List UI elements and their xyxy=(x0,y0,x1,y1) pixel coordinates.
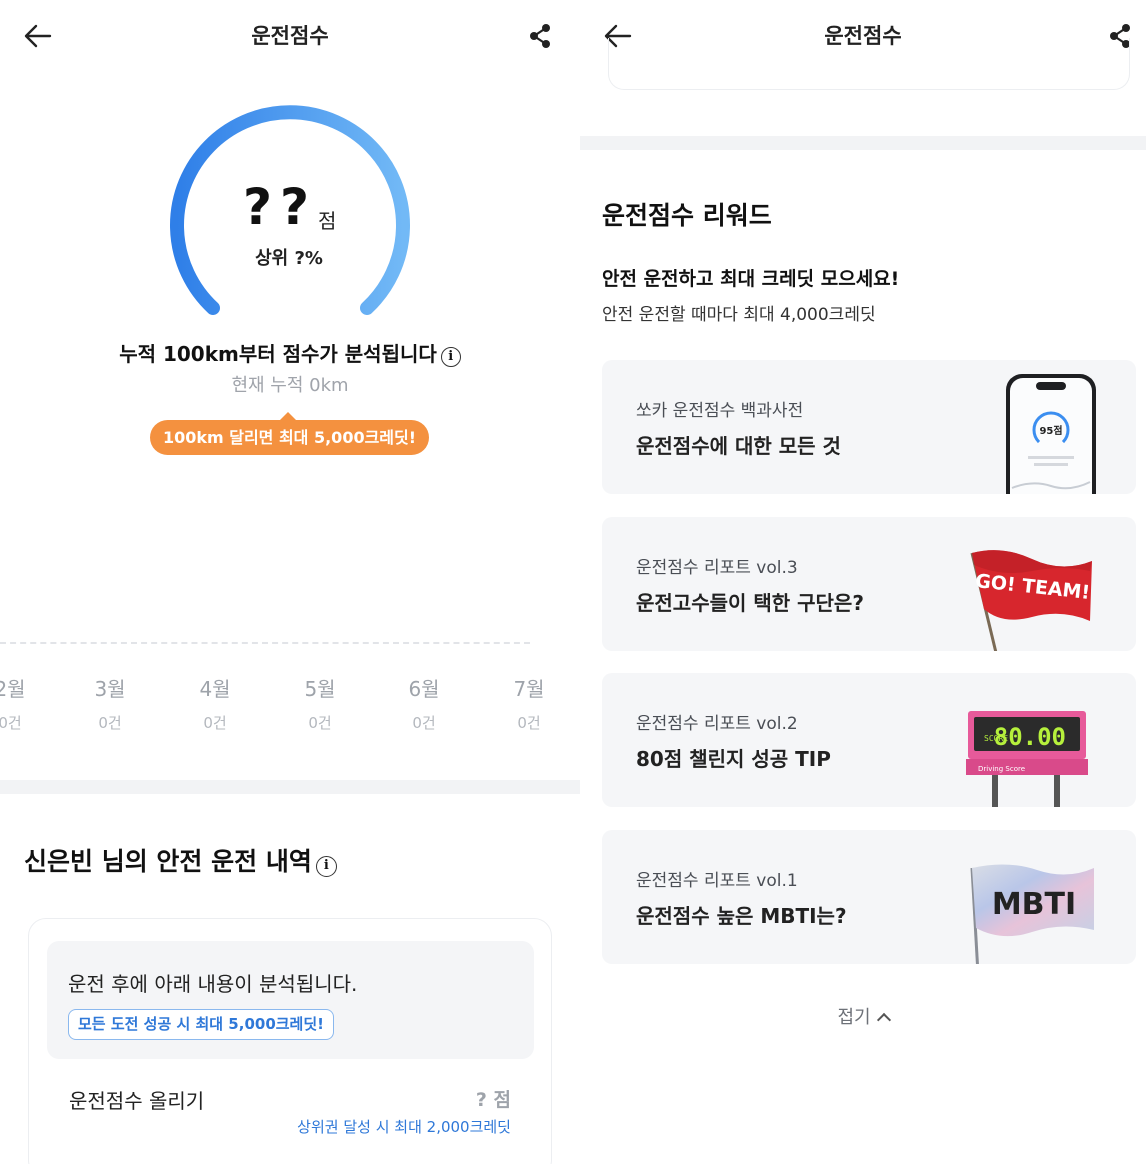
month-count: 0건 xyxy=(412,714,436,732)
content-card-report-vol2[interactable]: 운전점수 리포트 vol.2 80점 챌린지 성공 TIP SCORE 80.0… xyxy=(602,673,1136,807)
share-icon[interactable] xyxy=(526,22,554,50)
card-title: 운전고수들이 택한 구단은? xyxy=(636,591,864,615)
section-divider xyxy=(0,780,580,794)
right-screen: 운전점수 운전점수 리워드 안전 운전하고 최대 크레딧 모으세요! 안전 운전… xyxy=(580,0,1146,1164)
month-label: 6월 xyxy=(408,677,440,701)
card-subtitle: 운전점수 리포트 vol.1 xyxy=(636,871,798,891)
month-label: 3월 xyxy=(94,677,126,701)
month-label: 5월 xyxy=(304,677,336,701)
score-unit: 점 xyxy=(318,209,337,233)
month-count: 0건 xyxy=(0,714,22,732)
card-subtitle: 운전점수 리포트 vol.2 xyxy=(636,714,798,734)
chevron-up-icon xyxy=(876,1012,891,1028)
month-label: 4월 xyxy=(199,677,231,701)
card-title: 운전점수에 대한 모든 것 xyxy=(636,434,841,458)
month-column[interactable]: 3월 0건 xyxy=(70,673,150,733)
svg-text:Driving Score: Driving Score xyxy=(978,765,1025,773)
month-column[interactable]: 2월 0건 xyxy=(0,673,50,733)
raise-score-label: 운전점수 올리기 xyxy=(69,1089,205,1113)
month-count: 0건 xyxy=(98,714,122,732)
reward-bubble: 100km 달리면 최대 5,000크레딧! xyxy=(150,412,429,455)
mbti-flag-illustration-icon: MBTI xyxy=(970,864,1094,964)
flag-illustration-icon: GO! TEAM! xyxy=(970,550,1092,651)
top-bar: 운전점수 xyxy=(0,0,580,72)
content-card-report-vol1[interactable]: 운전점수 리포트 vol.1 운전점수 높은 MBTI는? MBTI xyxy=(602,830,1136,964)
month-count: 0건 xyxy=(308,714,332,732)
history-card: 운전 후에 아래 내용이 분석됩니다. 모든 도전 성공 시 최대 5,000크… xyxy=(28,918,552,1164)
month-column[interactable]: 4월 0건 xyxy=(175,673,255,733)
challenge-chip: 모든 도전 성공 시 최대 5,000크레딧! xyxy=(68,1009,334,1040)
reward-headline: 안전 운전하고 최대 크레딧 모으세요! xyxy=(602,268,900,290)
reward-subtext: 안전 운전할 때마다 최대 4,000크레딧 xyxy=(602,305,876,325)
chart-baseline xyxy=(0,642,530,644)
fold-button[interactable]: 접기 xyxy=(580,1003,1146,1029)
card-title: 운전점수 높은 MBTI는? xyxy=(636,904,847,928)
raise-score-reward: 상위권 달성 시 최대 2,000크레딧 xyxy=(297,1118,511,1136)
month-column[interactable]: 6월 0건 xyxy=(384,673,464,733)
mbti-text: MBTI xyxy=(992,887,1076,922)
phone-illustration-icon: 95점 xyxy=(1006,374,1096,494)
month-label: 7월 xyxy=(513,677,545,701)
history-title-text: 신은빈 님의 안전 운전 내역 xyxy=(24,847,312,876)
scoreboard-illustration-icon: SCORE 80.00 Driving Score xyxy=(966,711,1088,807)
analysis-notice-box: 운전 후에 아래 내용이 분석됩니다. 모든 도전 성공 시 최대 5,000크… xyxy=(47,941,534,1059)
reward-section-title: 운전점수 리워드 xyxy=(602,201,772,230)
content-card-encyclopedia[interactable]: 쏘카 운전점수 백과사전 운전점수에 대한 모든 것 95점 xyxy=(602,360,1136,494)
month-column[interactable]: 5월 0건 xyxy=(280,673,360,733)
info-icon[interactable]: i xyxy=(440,347,461,367)
section-divider xyxy=(580,136,1146,150)
analyze-text: 누적 100km부터 점수가 분석됩니다 xyxy=(119,342,437,366)
score-rank: 상위 ?% xyxy=(255,248,323,269)
raise-score-value: ? 점 xyxy=(475,1089,511,1111)
month-count: 0건 xyxy=(517,714,541,732)
previous-card-edge xyxy=(608,38,1130,90)
month-label: 2월 xyxy=(0,677,26,701)
history-title: 신은빈 님의 안전 운전 내역 i xyxy=(24,842,337,878)
card-subtitle: 쏘카 운전점수 백과사전 xyxy=(636,401,804,421)
month-column[interactable]: 7월 0건 xyxy=(489,673,569,733)
info-icon[interactable]: i xyxy=(315,856,337,877)
card-subtitle: 운전점수 리포트 vol.3 xyxy=(636,558,798,578)
analysis-notice-text: 운전 후에 아래 내용이 분석됩니다. xyxy=(68,972,358,996)
score-value: ?? xyxy=(243,178,318,236)
current-distance: 현재 누적 0km xyxy=(231,375,349,396)
phone-score-text: 95점 xyxy=(1039,425,1062,437)
content-card-report-vol3[interactable]: 운전점수 리포트 vol.3 운전고수들이 택한 구단은? GO! TEAM! xyxy=(602,517,1136,651)
analyze-notice: 누적 100km부터 점수가 분석됩니다 i xyxy=(0,338,580,367)
page-title: 운전점수 xyxy=(251,24,329,48)
card-title: 80점 챌린지 성공 TIP xyxy=(636,747,831,771)
scoreboard-value: 80.00 xyxy=(994,723,1066,751)
month-count: 0건 xyxy=(203,714,227,732)
left-screen: 운전점수 ?? 점 상위 ?% 누적 100km부터 점수가 분석됩니다 i 현재… xyxy=(0,0,580,1164)
fold-label: 접기 xyxy=(837,1007,871,1028)
